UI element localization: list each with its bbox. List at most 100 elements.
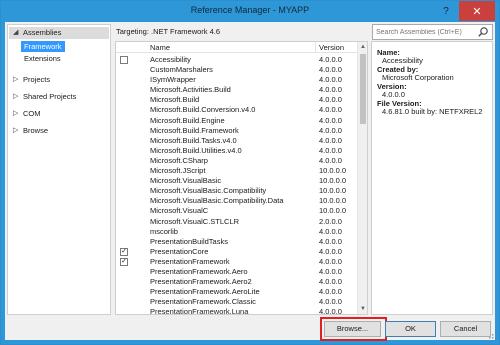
nav-item-label: Shared Projects xyxy=(23,92,77,101)
table-row[interactable]: Microsoft.Build.Engine 4.0.0.0 xyxy=(116,116,357,126)
detail-file-version-value: 4.6.81.0 built by: NETFXREL2 xyxy=(382,107,483,116)
row-version: 4.0.0.0 xyxy=(319,256,342,266)
row-name: mscorlib xyxy=(150,226,178,236)
table-row[interactable]: CustomMarshalers 4.0.0.0 xyxy=(116,65,357,75)
table-row[interactable]: Microsoft.Activities.Build 4.0.0.0 xyxy=(116,85,357,95)
expand-right-icon: ▷ xyxy=(13,93,19,100)
column-divider[interactable] xyxy=(315,42,316,53)
column-header-version[interactable]: Version xyxy=(319,43,344,52)
table-row[interactable]: PresentationFramework.Classic 4.0.0.0 xyxy=(116,297,357,307)
resize-grip-icon[interactable] xyxy=(486,331,494,339)
table-row[interactable]: Microsoft.VisualBasic.Compatibility 10.0.… xyxy=(116,186,357,196)
nav-assemblies[interactable]: ◢ Assemblies xyxy=(9,27,109,39)
row-version: 4.0.0.0 xyxy=(319,277,342,287)
table-row[interactable]: Accessibility 4.0.0.0 xyxy=(116,55,357,65)
row-version: 4.0.0.0 xyxy=(319,266,342,276)
table-row[interactable]: ✓ PresentationFramework 4.0.0.0 xyxy=(116,257,357,267)
row-name: Microsoft.VisualC xyxy=(150,206,209,216)
row-name: Microsoft.JScript xyxy=(150,166,206,176)
row-name: PresentationFramework.Classic xyxy=(150,297,256,307)
row-name: Microsoft.VisualBasic.Compatibility xyxy=(150,186,267,196)
scroll-up-icon[interactable]: ▲ xyxy=(358,42,367,52)
row-name: PresentationFramework.AeroLite xyxy=(150,287,260,297)
row-version: 4.0.0.0 xyxy=(319,85,342,95)
list-header: Name Version xyxy=(116,42,357,53)
nav-item-label: Projects xyxy=(23,75,51,84)
row-checkbox[interactable]: ✓ xyxy=(120,257,128,266)
row-version: 4.0.0.0 xyxy=(319,125,342,135)
nav-item-shared-projects[interactable]: ▷ Shared Projects xyxy=(9,91,109,103)
table-row[interactable]: PresentationFramework.AeroLite 4.0.0.0 xyxy=(116,287,357,297)
row-name: PresentationCore xyxy=(150,246,209,256)
row-name: Microsoft.VisualC.STLCLR xyxy=(150,216,240,226)
row-name: Microsoft.CSharp xyxy=(150,155,208,165)
row-name: PresentationFramework.Luna xyxy=(150,307,249,315)
close-button[interactable]: ✕ xyxy=(459,1,495,21)
search-box[interactable] xyxy=(372,24,493,40)
row-version: 4.0.0.0 xyxy=(319,287,342,297)
row-checkbox[interactable] xyxy=(120,56,128,64)
detail-version-value: 4.0.0.0 xyxy=(382,90,405,99)
table-row[interactable]: ✓ PresentationCore 4.0.0.0 xyxy=(116,247,357,257)
table-row[interactable]: Microsoft.JScript 10.0.0.0 xyxy=(116,166,357,176)
search-icon[interactable] xyxy=(477,26,489,38)
assemblies-list[interactable]: Name Version Accessibility 4.0.0.0 CustomM… xyxy=(115,41,368,315)
row-name: Microsoft.VisualBasic xyxy=(150,176,222,186)
row-name: CustomMarshalers xyxy=(150,65,213,75)
nav-item-framework[interactable]: Framework xyxy=(21,41,65,52)
dialog-client-area: ◢ Assemblies Framework Extensions ▷ Proj… xyxy=(5,22,495,341)
row-version: 4.0.0.0 xyxy=(319,307,342,315)
row-version: 4.0.0.0 xyxy=(319,55,342,64)
row-version: 4.0.0.0 xyxy=(319,95,342,105)
row-name: PresentationFramework.Aero2 xyxy=(150,277,252,287)
table-row[interactable]: PresentationBuildTasks 4.0.0.0 xyxy=(116,237,357,247)
table-row[interactable]: Microsoft.Build.Utilities.v4.0 4.0.0.0 xyxy=(116,146,357,156)
row-version: 4.0.0.0 xyxy=(319,297,342,307)
table-row[interactable]: ISymWrapper 4.0.0.0 xyxy=(116,75,357,85)
list-rows: Accessibility 4.0.0.0 CustomMarshalers 4.0.… xyxy=(116,55,357,315)
table-row[interactable]: Microsoft.Build.Framework 4.0.0.0 xyxy=(116,126,357,136)
table-row[interactable]: PresentationFramework.Luna 4.0.0.0 xyxy=(116,307,357,315)
table-row[interactable]: Microsoft.VisualBasic 10.0.0.0 xyxy=(116,176,357,186)
expand-down-icon: ◢ xyxy=(13,29,19,36)
title-bar[interactable]: Reference Manager - MYAPP ? ✕ xyxy=(1,1,499,21)
nav-item-extensions[interactable]: Extensions xyxy=(21,53,64,64)
column-header-name[interactable]: Name xyxy=(150,43,170,52)
row-version: 10.0.0.0 xyxy=(319,166,347,176)
row-version: 4.0.0.0 xyxy=(319,246,342,256)
row-version: 4.0.0.0 xyxy=(319,115,342,125)
row-checkbox[interactable]: ✓ xyxy=(120,247,128,256)
nav-item-projects[interactable]: ▷ Projects xyxy=(9,74,109,86)
row-version: 2.0.0.0 xyxy=(319,216,342,226)
row-version: 4.0.0.0 xyxy=(319,65,342,75)
table-row[interactable]: Microsoft.VisualC 10.0.0.0 xyxy=(116,206,357,216)
row-name: PresentationBuildTasks xyxy=(150,236,228,246)
cancel-button[interactable]: Cancel xyxy=(440,321,491,337)
table-row[interactable]: Microsoft.VisualC.STLCLR 2.0.0.0 xyxy=(116,217,357,227)
nav-item-label: Browse xyxy=(23,126,49,135)
table-row[interactable]: Microsoft.Build.Conversion.v4.0 4.0.0.0 xyxy=(116,105,357,115)
row-version: 10.0.0.0 xyxy=(319,196,347,206)
nav-item-browse[interactable]: ▷ Browse xyxy=(9,125,109,137)
row-version: 4.0.0.0 xyxy=(319,226,342,236)
table-row[interactable]: Microsoft.Build 4.0.0.0 xyxy=(116,95,357,105)
scroll-down-icon[interactable]: ▼ xyxy=(358,304,367,314)
table-row[interactable]: PresentationFramework.Aero2 4.0.0.0 xyxy=(116,277,357,287)
table-row[interactable]: Microsoft.VisualBasic.Compatibility.Data… xyxy=(116,196,357,206)
search-input[interactable] xyxy=(376,27,476,37)
table-row[interactable]: Microsoft.CSharp 4.0.0.0 xyxy=(116,156,357,166)
vertical-scrollbar[interactable]: ▲ ▼ xyxy=(357,42,367,314)
nav-item-label: COM xyxy=(23,109,41,118)
expand-right-icon: ▷ xyxy=(13,76,19,83)
browse-button[interactable]: Browse... xyxy=(324,321,381,337)
table-row[interactable]: PresentationFramework.Aero 4.0.0.0 xyxy=(116,267,357,277)
row-version: 10.0.0.0 xyxy=(319,206,347,216)
scrollbar-thumb[interactable] xyxy=(360,54,366,124)
expand-right-icon: ▷ xyxy=(13,127,19,134)
help-button[interactable]: ? xyxy=(435,1,457,21)
details-panel: Name: Accessibility Created by: Microsof… xyxy=(371,41,493,315)
table-row[interactable]: mscorlib 4.0.0.0 xyxy=(116,227,357,237)
table-row[interactable]: Microsoft.Build.Tasks.v4.0 4.0.0.0 xyxy=(116,136,357,146)
ok-button[interactable]: OK xyxy=(385,321,436,337)
nav-item-com[interactable]: ▷ COM xyxy=(9,108,109,120)
